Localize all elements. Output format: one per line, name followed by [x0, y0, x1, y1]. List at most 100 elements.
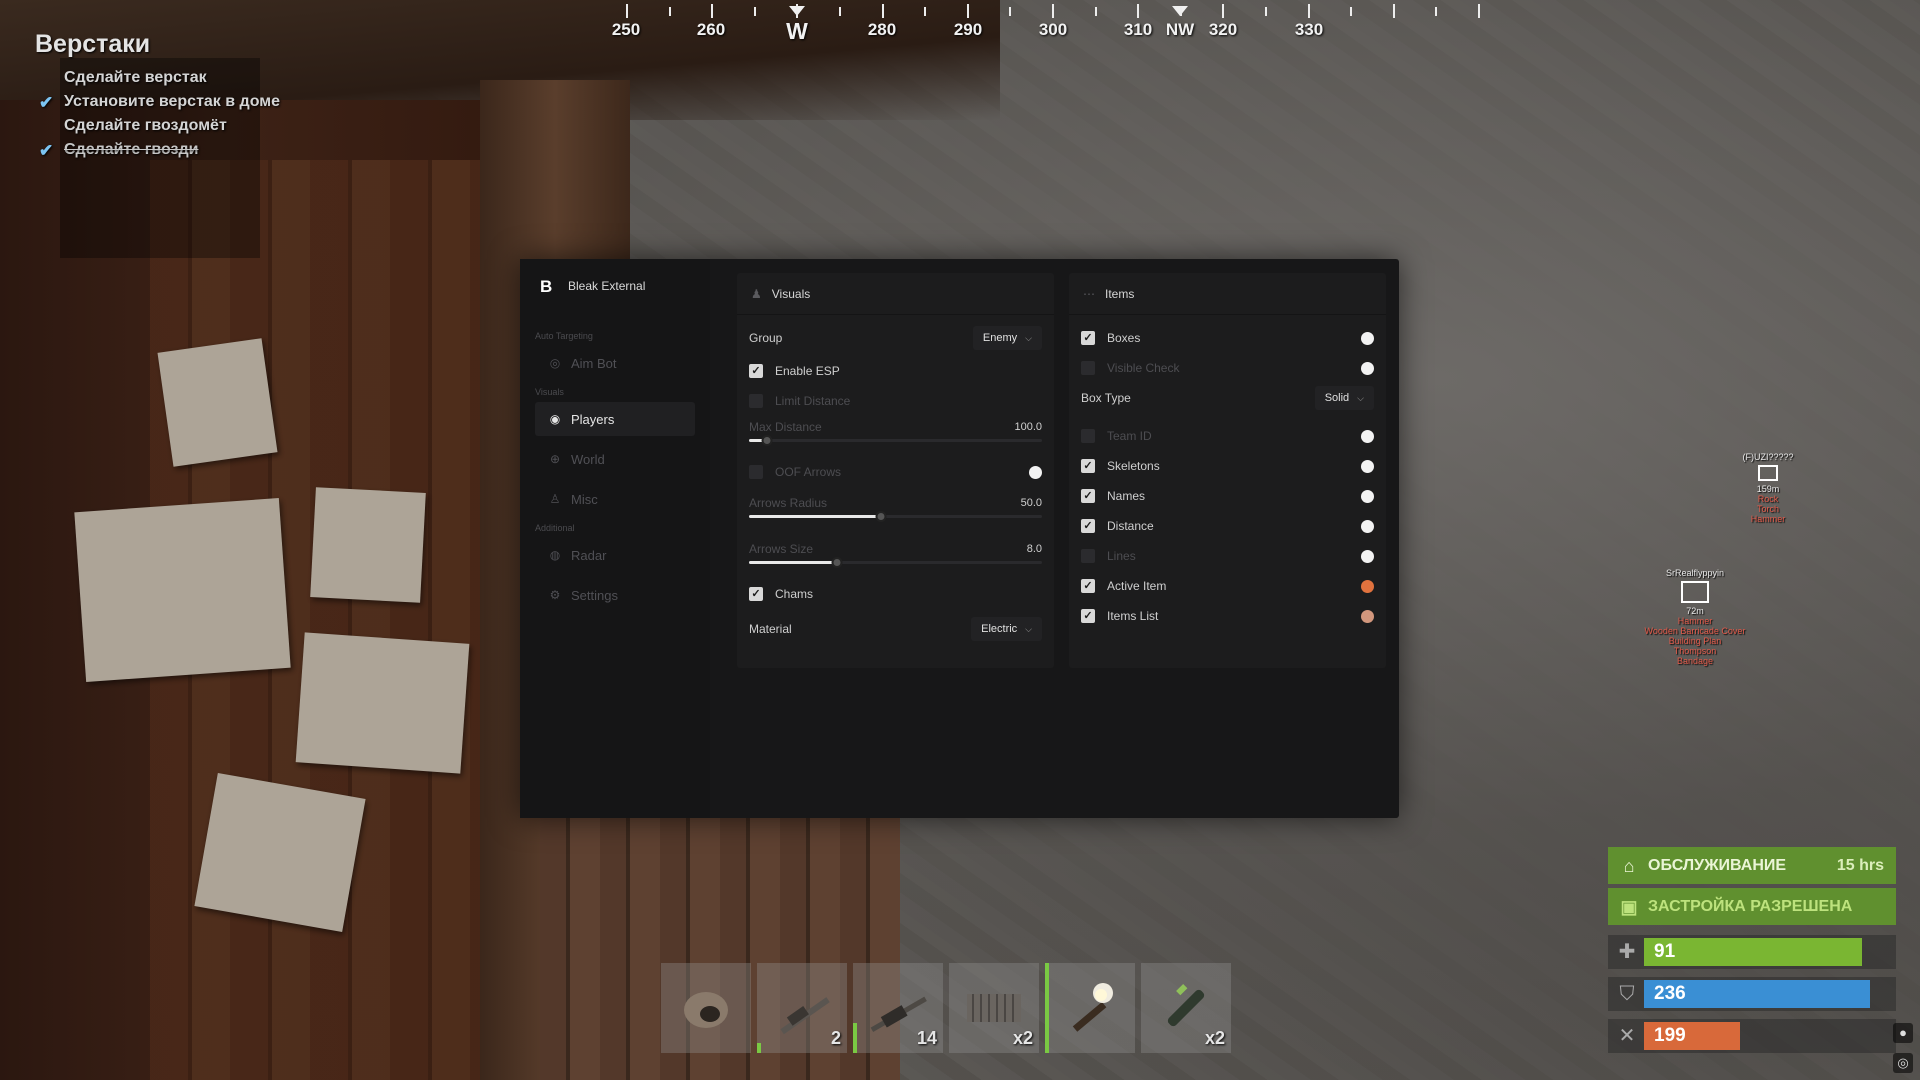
oof-arrows-checkbox[interactable]: [749, 465, 763, 479]
nav-radar[interactable]: ◍ Radar: [535, 538, 695, 572]
section-additional: Additional: [535, 523, 575, 533]
hotbar-slot[interactable]: 14: [853, 963, 943, 1053]
brand-name: Bleak External: [568, 279, 646, 293]
active-item-checkbox[interactable]: ✓: [1081, 579, 1095, 593]
arrows-radius-slider[interactable]: [749, 510, 1042, 522]
esp-item: Hammer: [1677, 616, 1713, 626]
task-title: Верстаки: [35, 30, 151, 58]
water-bar: ⛉ 236: [1608, 977, 1896, 1011]
cupboard-icon: ▣: [1620, 897, 1638, 917]
settings-small-icon[interactable]: ◎: [1893, 1053, 1913, 1073]
color-picker-dot[interactable]: [1361, 519, 1374, 533]
compass-tick: [1392, 4, 1395, 18]
chams-row[interactable]: ✓ Chams: [749, 583, 1042, 605]
compass-label: NW: [1165, 20, 1195, 39]
team-id-checkbox[interactable]: [1081, 429, 1095, 443]
box-type-row: Box Type Solid ⌵: [1081, 386, 1374, 410]
color-picker-dot[interactable]: [1361, 361, 1374, 375]
torch-icon: [1055, 973, 1125, 1043]
esp-player-name: (F)UZI?????: [1742, 452, 1794, 462]
limit-distance-checkbox[interactable]: [749, 394, 763, 408]
microphone-icon[interactable]: ●: [1893, 1023, 1913, 1043]
color-picker-dot[interactable]: [1361, 579, 1374, 593]
slider-handle[interactable]: [831, 556, 843, 568]
hotbar-slot[interactable]: [661, 963, 751, 1053]
color-picker-dot[interactable]: [1361, 549, 1374, 563]
slider-track: [749, 434, 1042, 446]
visible-check-row[interactable]: Visible Check: [1081, 357, 1374, 379]
nav-misc[interactable]: ♙ Misc: [535, 482, 695, 516]
compass-tick: [1094, 7, 1097, 16]
oof-arrows-row[interactable]: OOF Arrows: [749, 461, 1042, 483]
health-cross-icon: ✚: [1618, 941, 1636, 963]
enable-esp-row[interactable]: ✓ Enable ESP: [749, 360, 1042, 382]
nav-settings[interactable]: ⚙ Settings: [535, 578, 695, 612]
color-picker-dot[interactable]: [1361, 429, 1374, 443]
esp-item: Building Plan: [1668, 636, 1722, 646]
nav-players[interactable]: ◉ Players: [535, 402, 695, 436]
health-bar: ✚ 91: [1608, 935, 1896, 969]
boxes-row[interactable]: ✓ Boxes: [1081, 327, 1374, 349]
compass-label: 330: [1294, 20, 1324, 39]
slider-track: [749, 510, 1042, 522]
color-picker-dot[interactable]: [1361, 489, 1374, 503]
material-dropdown[interactable]: Electric ⌵: [971, 617, 1042, 641]
visible-check-checkbox[interactable]: [1081, 361, 1095, 375]
esp-item: Hammer: [1750, 514, 1786, 524]
water-value: 236: [1654, 983, 1686, 1004]
health-value: 91: [1654, 941, 1676, 962]
items-list-row[interactable]: ✓ Items List: [1081, 605, 1374, 627]
hotbar-slot[interactable]: x2: [1141, 963, 1231, 1053]
task-item: Сделайте гвоздомёт: [64, 117, 227, 134]
names-row[interactable]: ✓ Names: [1081, 485, 1374, 507]
chevron-down-icon: ⌵: [1025, 623, 1032, 634]
distance-checkbox[interactable]: ✓: [1081, 519, 1095, 533]
boxes-checkbox[interactable]: ✓: [1081, 331, 1095, 345]
chams-checkbox[interactable]: ✓: [749, 587, 763, 601]
color-picker-dot[interactable]: [1029, 465, 1042, 479]
arrows-radius-value: 50.0: [1020, 497, 1042, 509]
slider-handle[interactable]: [875, 510, 887, 522]
paper-note: [310, 487, 426, 603]
enable-esp-checkbox[interactable]: ✓: [749, 364, 763, 378]
max-distance-slider[interactable]: [749, 434, 1042, 446]
skeletons-checkbox[interactable]: ✓: [1081, 459, 1095, 473]
lines-row[interactable]: Lines: [1081, 545, 1374, 567]
fork-knife-icon: ✕: [1618, 1025, 1636, 1047]
house-icon: ⌂: [1623, 856, 1635, 876]
esp-player-name: SrRealflyppyin: [1665, 568, 1725, 578]
slider-handle[interactable]: [761, 434, 773, 446]
max-distance-row: Max Distance 100.0: [749, 420, 1042, 434]
checkmark-icon: ✔: [39, 141, 54, 160]
compass-tick: [1009, 7, 1012, 16]
task-item: ✔ Сделайте гвозди: [39, 141, 199, 160]
hotbar-slot[interactable]: 2: [757, 963, 847, 1053]
section-auto-targeting: Auto Targeting: [535, 331, 593, 341]
condition-bar: [853, 1023, 857, 1053]
color-picker-dot[interactable]: [1361, 609, 1374, 623]
color-picker-dot[interactable]: [1361, 331, 1374, 345]
nav-aimbot[interactable]: ◎ Aim Bot: [535, 346, 695, 380]
paper-note: [194, 773, 366, 932]
limit-distance-row[interactable]: Limit Distance: [749, 390, 1042, 412]
nav-world[interactable]: ⊕ World: [535, 442, 695, 476]
distance-row[interactable]: ✓ Distance: [1081, 515, 1374, 537]
lines-checkbox[interactable]: [1081, 549, 1095, 563]
color-picker-dot[interactable]: [1361, 459, 1374, 473]
visuals-header: ♟ Visuals: [737, 273, 1054, 315]
esp-item: Torch: [1756, 504, 1779, 514]
hotbar-slot[interactable]: [1045, 963, 1135, 1053]
hotbar-slot[interactable]: x2: [949, 963, 1039, 1053]
weapon-icon: [767, 973, 837, 1043]
compass-label: 280: [867, 20, 897, 39]
active-item-row[interactable]: ✓ Active Item: [1081, 575, 1374, 597]
skeletons-row[interactable]: ✓ Skeletons: [1081, 455, 1374, 477]
group-dropdown[interactable]: Enemy ⌵: [972, 326, 1042, 350]
people-icon: ♟: [751, 286, 762, 301]
names-checkbox[interactable]: ✓: [1081, 489, 1095, 503]
compass-tick: [1179, 7, 1182, 16]
team-id-row[interactable]: Team ID: [1081, 425, 1374, 447]
items-list-checkbox[interactable]: ✓: [1081, 609, 1095, 623]
arrows-size-slider[interactable]: [749, 556, 1042, 568]
box-type-dropdown[interactable]: Solid ⌵: [1314, 386, 1374, 410]
